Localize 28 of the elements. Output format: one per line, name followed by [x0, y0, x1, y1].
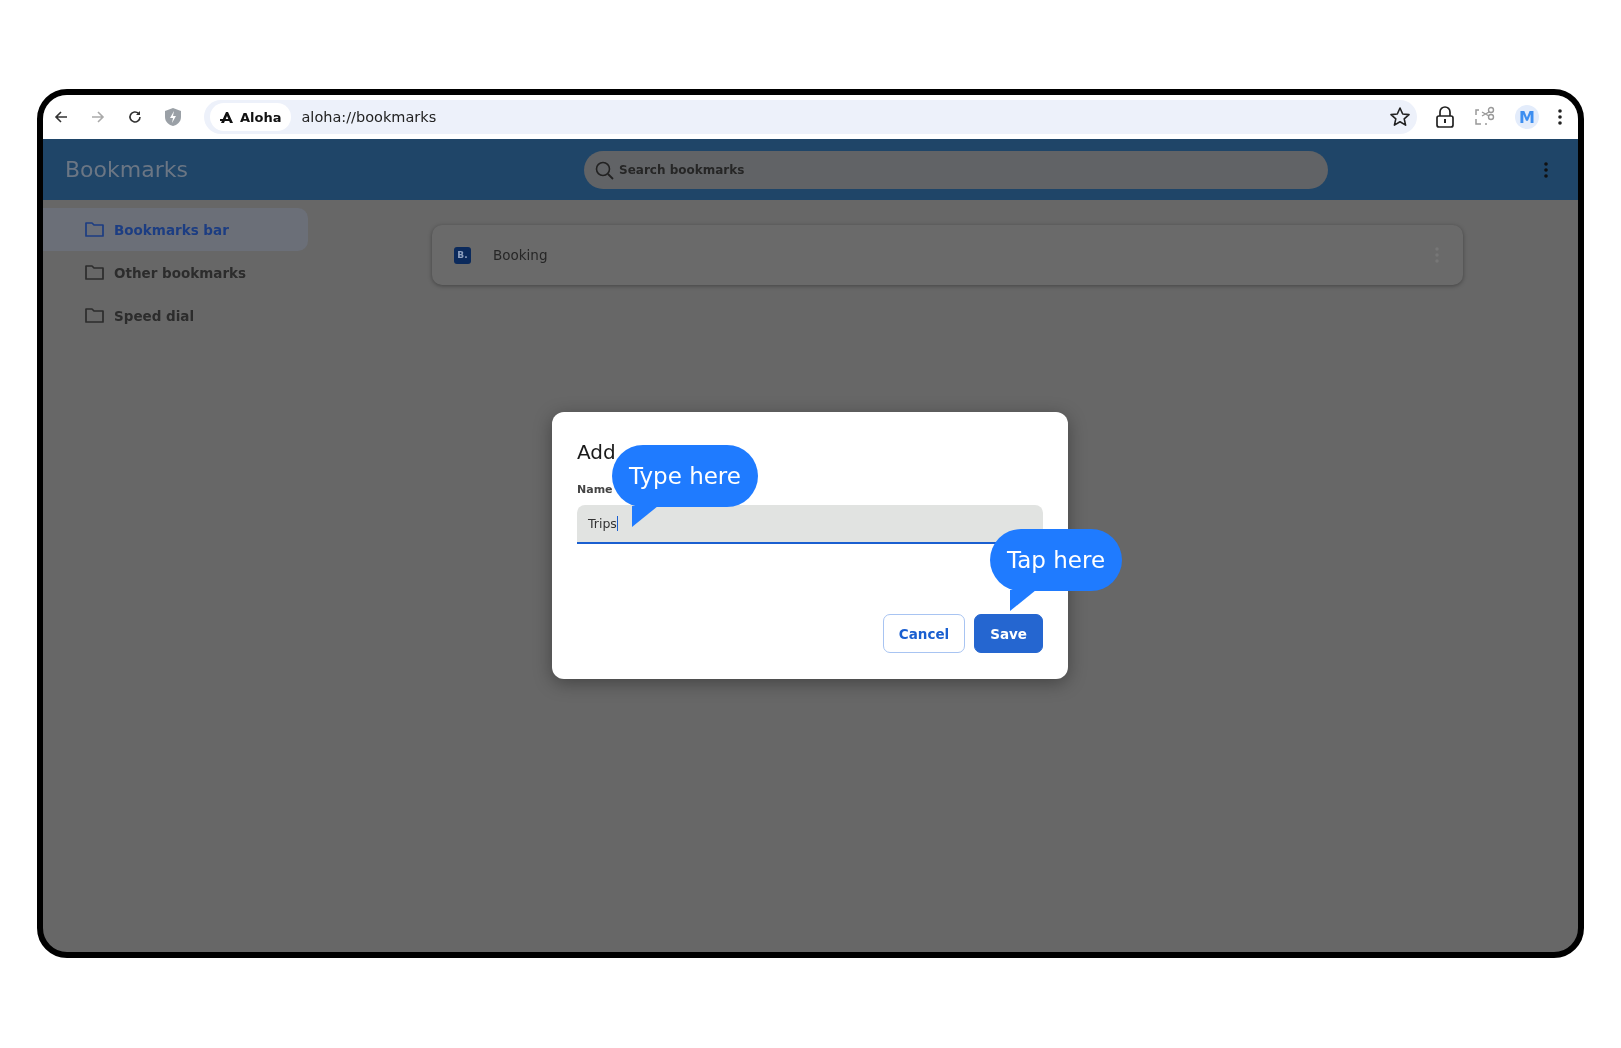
callout-bubble: Tap here: [990, 529, 1123, 591]
shield-icon[interactable]: [164, 107, 182, 127]
url-text: aloha://bookmarks: [301, 109, 438, 125]
search-field[interactable]: Search bookmarks: [584, 150, 1328, 189]
aloha-logo-icon: [220, 110, 234, 124]
page-title: Bookmarks: [65, 157, 189, 182]
site-chip[interactable]: Aloha: [210, 103, 292, 131]
search-icon: [595, 160, 614, 180]
folder-icon: [85, 222, 104, 237]
folder-icon: [85, 308, 104, 323]
site-favicon: B.: [454, 246, 471, 264]
lock-icon[interactable]: [1435, 106, 1455, 128]
save-button[interactable]: Save: [974, 614, 1043, 653]
bookmark-title: Booking: [493, 247, 549, 263]
folder-icon: [85, 265, 104, 280]
callout-pointer-icon: [1008, 590, 1036, 611]
back-icon[interactable]: [53, 109, 69, 125]
field-label: Name: [577, 483, 614, 496]
bookmark-card[interactable]: B. Booking: [432, 225, 1463, 285]
name-field[interactable]: Trips: [577, 505, 1043, 544]
menu-icon[interactable]: [1558, 109, 1562, 125]
cancel-button[interactable]: Cancel: [882, 614, 966, 653]
profile-avatar[interactable]: M: [1515, 105, 1539, 129]
callout-pointer-icon: [630, 506, 658, 527]
reload-icon[interactable]: [127, 109, 143, 125]
address-bar[interactable]: Aloha aloha://bookmarks: [204, 100, 1417, 134]
screenshot-scissors-icon[interactable]: [1474, 106, 1496, 128]
bookmark-star-icon[interactable]: [1389, 106, 1411, 128]
